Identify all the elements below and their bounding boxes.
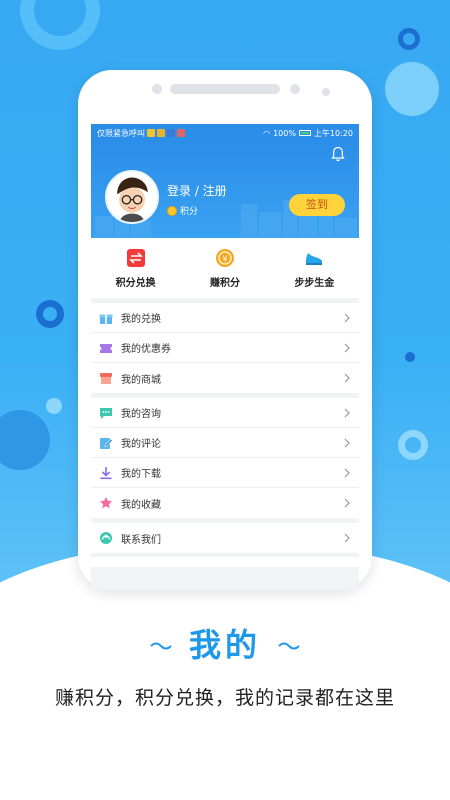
edit-icon — [100, 437, 113, 449]
status-time: 上午10:20 — [313, 128, 353, 138]
phone-sensor-2 — [322, 88, 330, 96]
bell-icon[interactable] — [331, 146, 345, 162]
menu-item-label: 我的评论 — [121, 439, 161, 450]
notification-icon — [147, 129, 155, 137]
wifi-icon: ◠ — [263, 128, 271, 138]
notification-icon — [177, 129, 185, 137]
decor-dot-left — [46, 398, 62, 414]
decor-bubble-left — [0, 410, 50, 470]
menu-item-label: 我的咨询 — [121, 409, 161, 420]
quick-actions: 积分兑换 ¥ 赚积分 步步生金 — [91, 238, 359, 298]
menu-item-label: 我的商城 — [121, 374, 161, 386]
menu-item-my-coupons[interactable]: 我的优惠券 — [91, 333, 359, 363]
phone-mockup: 仅限紧急呼叫 ◠ 100% 上午10:20 登录 / 注册 积分 签到 积分兑换… — [78, 70, 372, 590]
menu-item-label: 我的优惠券 — [121, 344, 171, 355]
status-bar: 仅限紧急呼叫 ◠ 100% 上午10:20 — [91, 124, 359, 142]
phone-camera — [152, 84, 162, 94]
chevron-right-icon — [344, 313, 350, 322]
quick-action-earn[interactable]: ¥ 赚积分 — [180, 238, 269, 298]
profile-header: 登录 / 注册 积分 签到 — [91, 142, 359, 238]
page-title: 我的 — [188, 626, 261, 664]
menu-group: 我的兑换 我的优惠券 我的商城 — [91, 303, 359, 393]
menu-item-my-exchange[interactable]: 我的兑换 — [91, 303, 359, 333]
gift-icon — [99, 314, 113, 324]
battery-percent: 100% — [273, 128, 296, 138]
menu-group: 我的咨询 我的评论 我的下载 我的收藏 — [91, 398, 359, 518]
chevron-right-icon — [344, 343, 350, 352]
coupon-icon — [100, 343, 112, 353]
battery-icon — [298, 130, 311, 136]
star-icon — [100, 497, 112, 509]
sneaker-icon — [306, 252, 323, 265]
bottom-nav-bar — [91, 557, 359, 567]
menu-item-my-comments[interactable]: 我的评论 — [91, 428, 359, 458]
coin-icon — [167, 205, 177, 216]
chevron-right-icon — [344, 438, 350, 447]
menu-item-contact-us[interactable]: 联系我们 — [91, 523, 359, 553]
notification-icon — [157, 129, 165, 137]
menu-item-label: 我的兑换 — [121, 314, 161, 325]
login-register-link[interactable]: 登录 / 注册 — [167, 182, 227, 199]
menu-item-label: 联系我们 — [121, 534, 161, 546]
notification-icon — [167, 129, 175, 137]
decor-ring-left — [36, 300, 64, 328]
decor-dot — [398, 28, 420, 50]
decor-dot-right — [405, 352, 415, 362]
avatar[interactable] — [105, 170, 159, 224]
points-display[interactable]: 积分 — [167, 204, 198, 217]
chevron-right-icon — [344, 408, 350, 417]
menu-item-label: 我的下载 — [121, 469, 161, 480]
quick-action-label: 赚积分 — [209, 277, 240, 289]
status-carrier-text: 仅限紧急呼叫 — [97, 128, 145, 138]
quick-action-label: 积分兑换 — [115, 277, 156, 289]
svg-text:¥: ¥ — [222, 254, 227, 263]
exchange-icon — [126, 248, 145, 267]
phone-speaker — [170, 84, 280, 94]
menu-item-my-store[interactable]: 我的商城 — [91, 363, 359, 393]
contact-icon — [100, 532, 112, 544]
points-label: 积分 — [180, 207, 199, 217]
decor-bubble — [385, 62, 439, 116]
chevron-right-icon — [344, 498, 350, 508]
coin-icon: ¥ — [215, 248, 234, 267]
quick-action-steps[interactable]: 步步生金 — [270, 238, 359, 298]
store-icon — [100, 373, 112, 384]
decor-ring-right — [398, 430, 428, 460]
chevron-right-icon — [344, 468, 350, 477]
signin-button[interactable]: 签到 — [289, 194, 345, 216]
quick-action-exchange[interactable]: 积分兑换 — [91, 238, 180, 298]
chevron-right-icon — [344, 533, 350, 543]
phone-sensor — [290, 84, 300, 94]
menu-item-my-favorites[interactable]: 我的收藏 — [91, 488, 359, 518]
app-screen: 仅限紧急呼叫 ◠ 100% 上午10:20 登录 / 注册 积分 签到 积分兑换… — [91, 124, 359, 590]
caption-headline: 我的 — [0, 620, 450, 666]
tilde-decor-icon — [278, 642, 300, 650]
chevron-right-icon — [344, 373, 350, 383]
tilde-decor-icon — [150, 642, 172, 650]
chat-icon — [100, 407, 112, 419]
caption-subtitle: 赚积分，积分兑换，我的记录都在这里 — [54, 687, 395, 709]
menu-item-my-downloads[interactable]: 我的下载 — [91, 458, 359, 488]
menu-group: 联系我们 — [91, 523, 359, 553]
avatar-face-icon — [117, 177, 148, 222]
download-icon — [100, 466, 112, 479]
menu-item-label: 我的收藏 — [121, 499, 161, 511]
quick-action-label: 步步生金 — [294, 277, 335, 289]
menu-item-my-inquiries[interactable]: 我的咨询 — [91, 398, 359, 428]
decor-ring — [20, 0, 100, 50]
